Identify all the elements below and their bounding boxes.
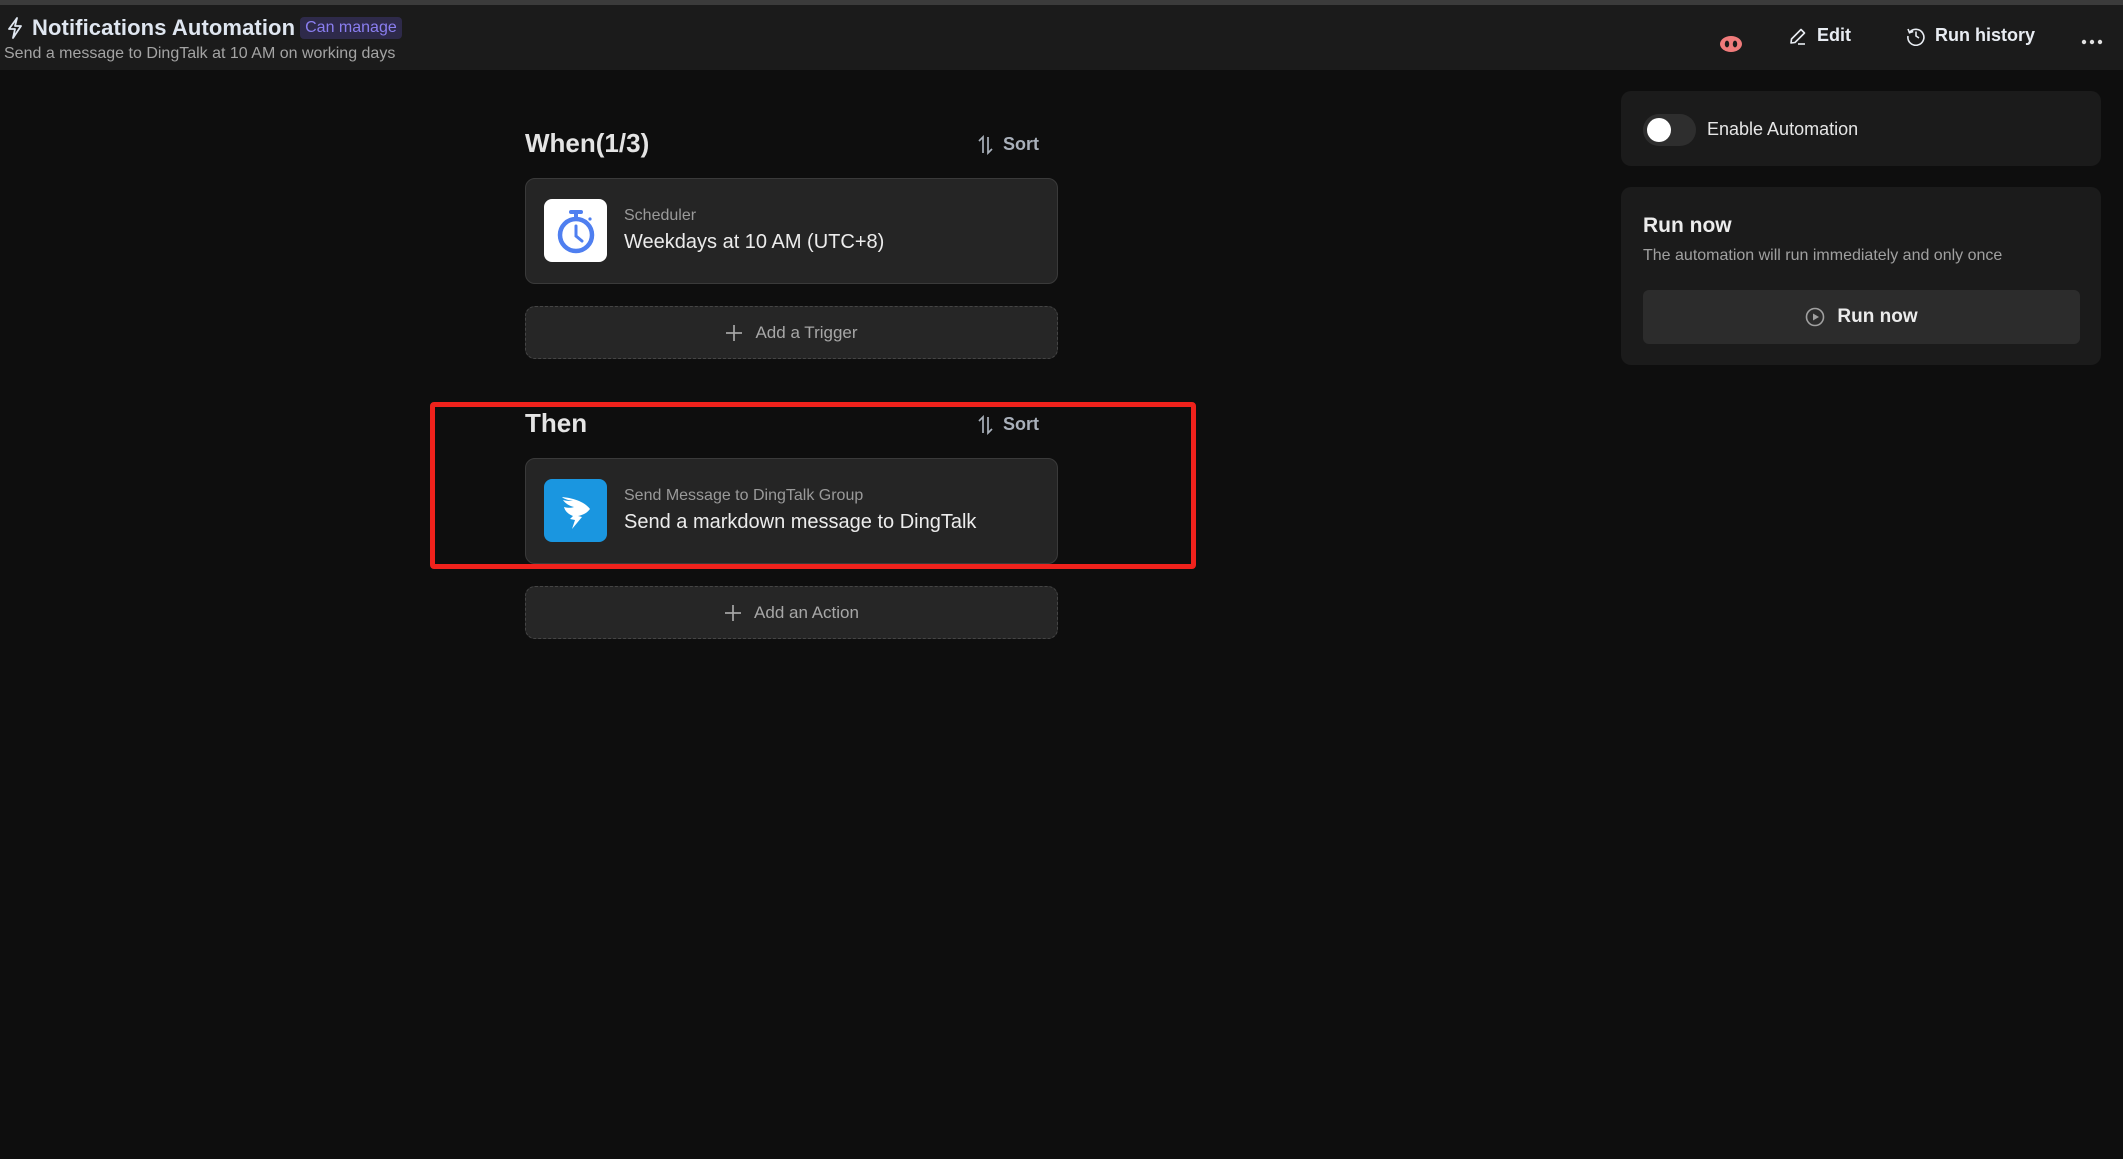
then-sort-button[interactable]: Sort (977, 414, 1039, 435)
bolt-icon (8, 17, 22, 39)
dingtalk-icon (544, 479, 607, 542)
history-icon (1907, 28, 1925, 46)
run-now-panel: Run now The automation will run immediat… (1621, 187, 2101, 365)
add-action-label: Add an Action (754, 602, 859, 622)
enable-automation-panel: Enable Automation (1621, 91, 2101, 166)
action-card-dingtalk[interactable]: Send Message to DingTalk Group Send a ma… (525, 458, 1058, 564)
trigger-type-label: Scheduler (624, 207, 697, 224)
permission-badge: Can manage (300, 17, 402, 39)
stopwatch-icon (544, 199, 607, 262)
toggle-knob (1647, 118, 1671, 142)
title-row: Notifications Automation Can manage (6, 15, 402, 41)
action-value: Send a markdown message to DingTalk (624, 511, 977, 533)
trigger-card-scheduler[interactable]: Scheduler Weekdays at 10 AM (UTC+8) (525, 178, 1058, 284)
sort-icon (978, 414, 993, 435)
page-title: Notifications Automation (32, 15, 296, 40)
action-type-label: Send Message to DingTalk Group (624, 487, 864, 504)
trigger-value: Weekdays at 10 AM (UTC+8) (624, 231, 885, 253)
then-section-title: Then (525, 408, 588, 438)
add-action-button[interactable]: Add an Action (525, 586, 1058, 639)
when-section-title: When(1/3) (525, 128, 650, 158)
run-history-label: Run history (1935, 25, 2036, 45)
run-now-title: Run now (1643, 214, 1732, 237)
page-subtitle: Send a message to DingTalk at 10 AM on w… (4, 45, 396, 62)
run-now-description: The automation will run immediately and … (1643, 247, 2003, 264)
pencil-icon (1790, 28, 1806, 45)
edit-label: Edit (1817, 25, 1851, 45)
sort-label: Sort (1003, 414, 1039, 434)
plus-icon (726, 324, 743, 341)
run-now-button-label: Run now (1837, 306, 1918, 327)
pig-avatar-icon[interactable] (1720, 36, 1742, 52)
add-trigger-label: Add a Trigger (755, 322, 858, 342)
enable-automation-toggle[interactable] (1643, 114, 1696, 146)
sort-icon (978, 134, 993, 155)
when-sort-button[interactable]: Sort (977, 134, 1039, 155)
edit-button[interactable]: Edit (1788, 25, 1851, 46)
run-history-button[interactable]: Run history (1906, 25, 2035, 46)
play-circle-icon (1806, 307, 1825, 327)
page-header: Notifications Automation Can manage Send… (0, 5, 2123, 70)
add-trigger-button[interactable]: Add a Trigger (525, 306, 1058, 359)
enable-automation-label: Enable Automation (1707, 119, 1859, 139)
plus-icon (725, 604, 742, 621)
run-now-button[interactable]: Run now (1643, 290, 2080, 344)
sort-label: Sort (1003, 134, 1039, 154)
more-icon[interactable] (2080, 33, 2104, 51)
